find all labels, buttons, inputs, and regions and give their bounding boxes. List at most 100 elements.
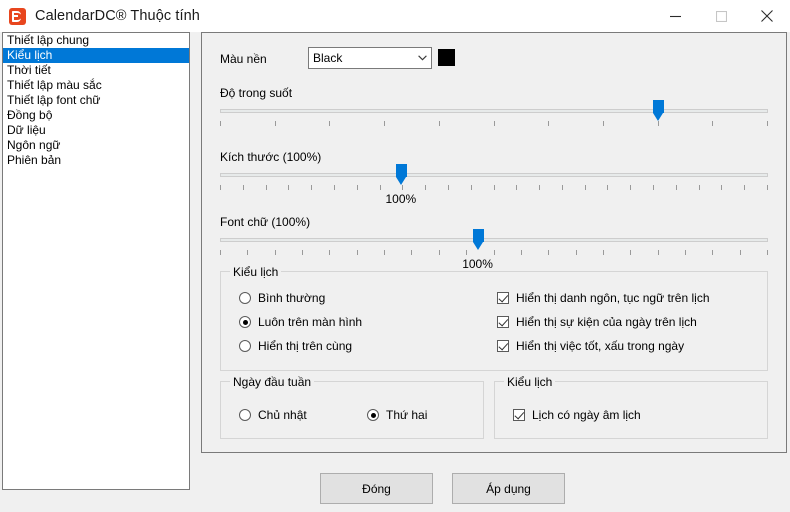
first-day-of-week-group: Ngày đầu tuần Chủ nhật Thứ hai	[220, 375, 484, 439]
checkbox-lich-co-ngay-am-lich[interactable]: Lịch có ngày âm lịch	[513, 408, 641, 422]
checkbox-hien-thi-viec-tot-xau[interactable]: Hiển thị việc tốt, xấu trong ngày	[497, 339, 684, 353]
checkbox-lich-co-ngay-am-lich-indicator	[513, 409, 525, 421]
sidebar-item-thiet-lap-font-chu[interactable]: Thiết lập font chữ	[3, 93, 189, 108]
font-size-slider-value: 100%	[462, 257, 493, 271]
slider-tick	[607, 185, 609, 190]
minimize-button[interactable]	[652, 0, 698, 32]
slider-tick	[447, 185, 449, 190]
slider-tick	[767, 250, 768, 255]
font-size-slider-track	[220, 238, 768, 242]
slider-tick	[411, 250, 413, 255]
radio-chu-nhat[interactable]: Chủ nhật	[239, 408, 307, 422]
slider-tick	[379, 185, 381, 190]
slider-tick	[274, 250, 276, 255]
radio-chu-nhat-label: Chủ nhật	[258, 408, 307, 422]
apply-button[interactable]: Áp dụng	[452, 473, 565, 504]
slider-tick	[698, 185, 700, 190]
slider-tick	[274, 121, 276, 126]
size-slider-value: 100%	[385, 192, 417, 206]
slider-tick	[425, 185, 427, 190]
transparency-slider-track	[220, 109, 768, 113]
slider-tick	[767, 121, 768, 126]
radio-binh-thuong-label: Bình thường	[258, 291, 326, 305]
checkbox-hien-thi-danh-ngon-indicator	[497, 292, 509, 304]
close-button[interactable]	[744, 0, 790, 32]
slider-tick	[242, 185, 244, 190]
slider-tick	[548, 121, 550, 126]
size-slider-ticks	[220, 185, 768, 190]
slider-tick	[384, 121, 386, 126]
slider-tick	[739, 250, 741, 255]
sidebar-item-ngon-ngu[interactable]: Ngôn ngữ	[3, 138, 189, 153]
slider-tick	[329, 250, 331, 255]
checkbox-hien-thi-su-kien-label: Hiển thị sự kiện của ngày trên lịch	[516, 315, 697, 329]
checkbox-hien-thi-danh-ngon[interactable]: Hiển thị danh ngôn, tục ngữ trên lịch	[497, 291, 710, 305]
radio-chu-nhat-indicator	[239, 409, 251, 421]
checkbox-hien-thi-danh-ngon-label: Hiển thị danh ngôn, tục ngữ trên lịch	[516, 291, 710, 305]
slider-tick	[220, 250, 221, 255]
sidebar-item-thoi-tiet[interactable]: Thời tiết	[3, 63, 189, 78]
slider-tick	[516, 185, 518, 190]
lunar-calendar-group: Kiểu lịch Lịch có ngày âm lịch	[494, 375, 768, 439]
radio-thu-hai[interactable]: Thứ hai	[367, 408, 427, 422]
radio-luon-tren-man-hinh-indicator	[239, 316, 251, 328]
slider-tick	[329, 121, 331, 126]
slider-tick	[675, 185, 677, 190]
sidebar-item-phien-ban[interactable]: Phiên bản	[3, 153, 189, 168]
slider-tick	[575, 250, 577, 255]
font-size-slider[interactable]: 100%	[220, 229, 768, 271]
transparency-label: Độ trong suốt	[220, 86, 293, 100]
slider-tick	[602, 250, 604, 255]
radio-binh-thuong[interactable]: Bình thường	[239, 291, 325, 305]
calendar-style-group-title: Kiểu lịch	[230, 265, 282, 279]
checkbox-hien-thi-su-kien[interactable]: Hiển thị sự kiện của ngày trên lịch	[497, 315, 697, 329]
client-area: Thiết lập chung Kiểu lịch Thời tiết Thiế…	[0, 32, 790, 512]
sidebar-item-thiet-lap-chung[interactable]: Thiết lập chung	[3, 33, 189, 48]
close-dialog-button[interactable]: Đóng	[320, 473, 433, 504]
slider-tick	[265, 185, 267, 190]
lunar-calendar-group-title: Kiểu lịch	[504, 375, 556, 389]
slider-tick	[561, 185, 563, 190]
background-color-select[interactable]: Black	[308, 47, 432, 69]
slider-tick	[466, 250, 468, 255]
radio-thu-hai-label: Thứ hai	[386, 408, 428, 422]
sidebar-item-kieu-lich[interactable]: Kiểu lịch	[3, 48, 189, 63]
sidebar-item-du-lieu[interactable]: Dữ liệu	[3, 123, 189, 138]
font-size-slider-thumb[interactable]	[472, 229, 484, 250]
slider-tick	[438, 250, 440, 255]
maximize-button[interactable]	[698, 0, 744, 32]
slider-tick	[302, 250, 304, 255]
sidebar-item-thiet-lap-mau-sac[interactable]: Thiết lập màu sắc	[3, 78, 189, 93]
slider-tick	[493, 185, 495, 190]
slider-tick	[539, 185, 541, 190]
transparency-slider-ticks	[220, 121, 768, 126]
size-slider-thumb[interactable]	[395, 164, 407, 185]
radio-hien-thi-tren-cung-label: Hiển thị trên cùng	[258, 339, 353, 353]
transparency-slider-thumb[interactable]	[653, 100, 665, 121]
font-size-label: Font chữ (100%)	[220, 215, 311, 229]
slider-tick	[247, 250, 249, 255]
slider-tick	[384, 250, 386, 255]
radio-luon-tren-man-hinh[interactable]: Luôn trên màn hình	[239, 315, 362, 329]
size-slider[interactable]: 100%	[220, 164, 768, 206]
slider-tick	[630, 185, 632, 190]
slider-tick	[548, 250, 550, 255]
slider-tick	[712, 121, 714, 126]
slider-tick	[402, 185, 404, 190]
slider-tick	[288, 185, 290, 190]
slider-tick	[220, 185, 221, 190]
radio-thu-hai-indicator	[367, 409, 379, 421]
slider-tick	[657, 121, 659, 126]
slider-tick	[520, 250, 522, 255]
slider-tick	[356, 185, 358, 190]
transparency-slider[interactable]	[220, 100, 768, 138]
settings-category-list[interactable]: Thiết lập chung Kiểu lịch Thời tiết Thiế…	[2, 32, 190, 490]
slider-tick	[684, 250, 686, 255]
background-color-label: Màu nền	[220, 52, 267, 66]
size-slider-track	[220, 173, 768, 177]
slider-tick	[657, 250, 659, 255]
radio-hien-thi-tren-cung[interactable]: Hiển thị trên cùng	[239, 339, 352, 353]
sidebar-item-dong-bo[interactable]: Đồng bộ	[3, 108, 189, 123]
slider-tick	[602, 121, 604, 126]
background-color-swatch[interactable]	[438, 49, 455, 66]
